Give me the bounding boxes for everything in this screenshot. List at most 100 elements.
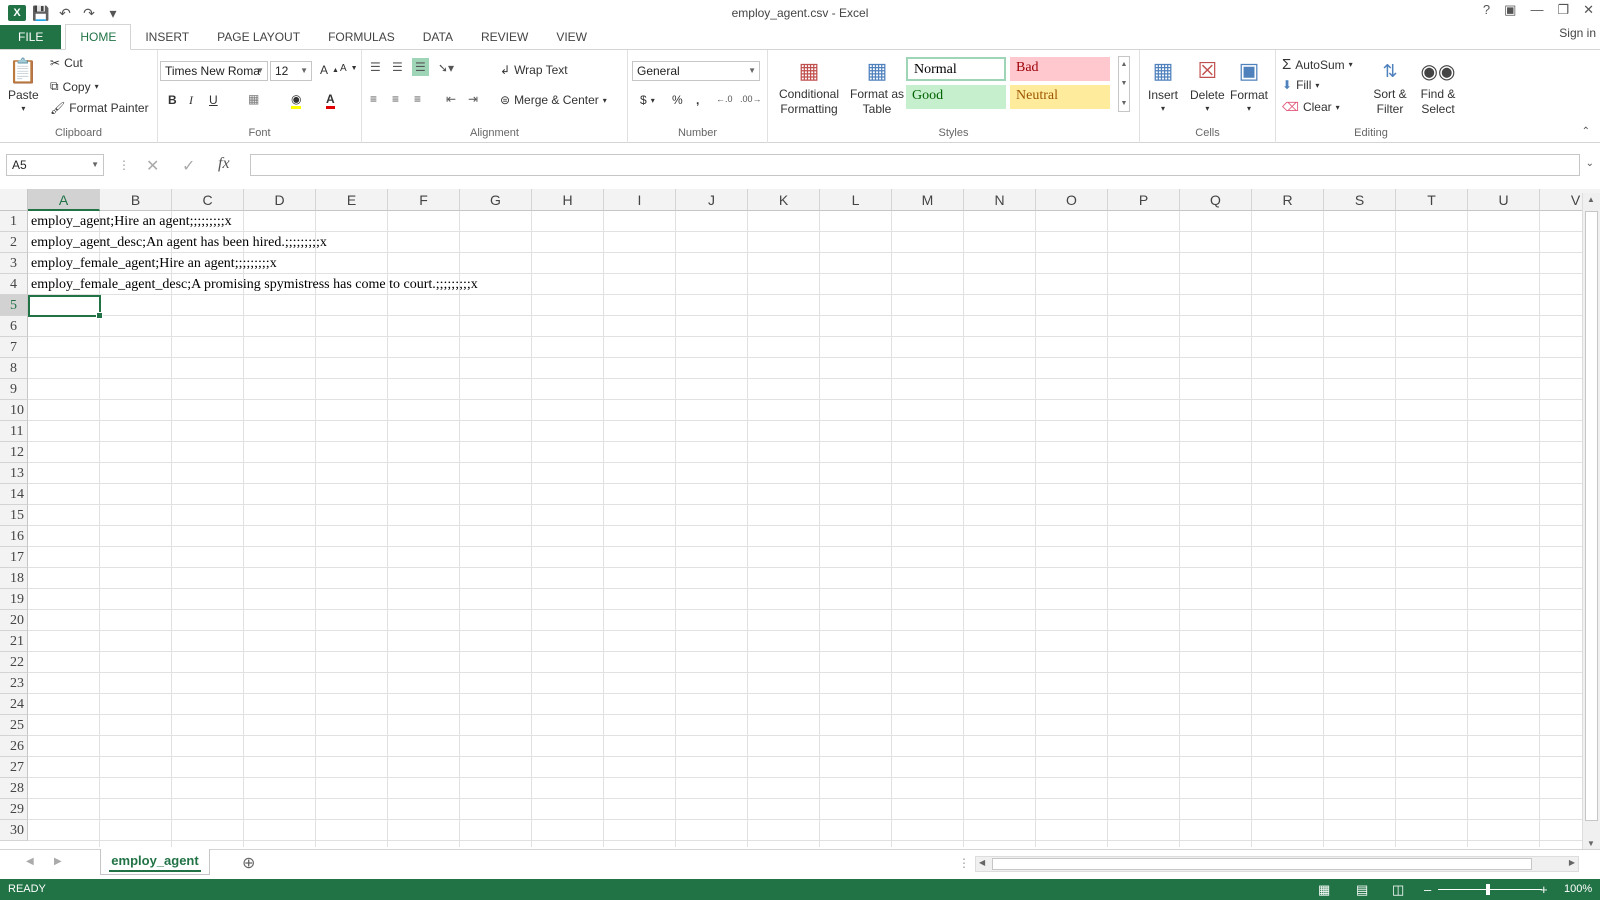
horizontal-scroll-thumb[interactable]: [992, 858, 1532, 870]
prev-sheet-icon[interactable]: ◀: [26, 856, 34, 867]
tab-page-layout[interactable]: PAGE LAYOUT: [203, 25, 314, 49]
vertical-scroll-thumb[interactable]: [1585, 211, 1598, 821]
column-header-g[interactable]: G: [460, 189, 532, 211]
cell-a1[interactable]: employ_agent;Hire an agent;;;;;;;;;x: [31, 211, 232, 232]
style-bad[interactable]: Bad: [1010, 57, 1110, 81]
grow-font-button[interactable]: A ▲: [320, 63, 339, 77]
ribbon-display-icon[interactable]: ▣: [1504, 2, 1516, 18]
font-color-icon[interactable]: A: [326, 92, 335, 109]
wrap-text-button[interactable]: ↲ Wrap Text: [500, 63, 568, 77]
font-size-select[interactable]: 12 ▼: [270, 61, 312, 81]
row-header-19[interactable]: 19: [0, 589, 28, 610]
row-header-9[interactable]: 9: [0, 379, 28, 400]
column-header-d[interactable]: D: [244, 189, 316, 211]
normal-view-icon[interactable]: ▦: [1318, 879, 1330, 900]
column-header-m[interactable]: M: [892, 189, 964, 211]
borders-icon[interactable]: ▦: [248, 92, 259, 106]
sheet-tab-employ-agent[interactable]: employ_agent: [100, 849, 210, 875]
column-header-k[interactable]: K: [748, 189, 820, 211]
split-handle-icon[interactable]: ⋮: [958, 856, 970, 870]
row-header-6[interactable]: 6: [0, 316, 28, 337]
zoom-level[interactable]: 100%: [1564, 879, 1592, 900]
row-header-4[interactable]: 4: [0, 274, 28, 295]
row-header-8[interactable]: 8: [0, 358, 28, 379]
add-sheet-icon[interactable]: ⊕: [242, 853, 255, 873]
column-header-n[interactable]: N: [964, 189, 1036, 211]
cut-button[interactable]: ✂ Cut: [50, 56, 83, 70]
scroll-down-icon[interactable]: ▼: [1587, 839, 1595, 848]
row-header-30[interactable]: 30: [0, 820, 28, 841]
row-header-7[interactable]: 7: [0, 337, 28, 358]
horizontal-scrollbar[interactable]: ◀ ▶: [975, 856, 1579, 872]
zoom-in-icon[interactable]: +: [1540, 879, 1548, 900]
orientation-icon[interactable]: ➘▾: [438, 61, 454, 75]
cell-a2[interactable]: employ_agent_desc;An agent has been hire…: [31, 232, 327, 253]
comma-button[interactable]: ,: [696, 93, 699, 107]
delete-cells-button[interactable]: ☒ Delete ▾: [1190, 56, 1225, 113]
column-header-f[interactable]: F: [388, 189, 460, 211]
expand-formula-icon[interactable]: ⌄: [1586, 158, 1594, 169]
row-header-11[interactable]: 11: [0, 421, 28, 442]
fill-button[interactable]: ⬇ Fill ▾: [1282, 78, 1319, 92]
fill-color-icon[interactable]: ◉: [291, 92, 302, 109]
shrink-font-button[interactable]: A ▼: [340, 63, 358, 74]
close-icon[interactable]: ✕: [1583, 2, 1594, 18]
align-bottom-icon[interactable]: ☰: [412, 58, 429, 76]
next-sheet-icon[interactable]: ▶: [54, 856, 62, 867]
style-normal[interactable]: Normal: [906, 57, 1006, 81]
row-header-25[interactable]: 25: [0, 715, 28, 736]
font-name-select[interactable]: Times New Roma ▼: [160, 61, 268, 81]
align-center-icon[interactable]: ≡: [392, 92, 399, 106]
column-header-c[interactable]: C: [172, 189, 244, 211]
currency-button[interactable]: $ ▾: [640, 93, 655, 107]
row-header-22[interactable]: 22: [0, 652, 28, 673]
clear-button[interactable]: ⌫ Clear ▾: [1282, 100, 1340, 114]
sort-filter-button[interactable]: ⇅ Sort & Filter: [1370, 56, 1410, 117]
cell-area[interactable]: employ_agent;Hire an agent;;;;;;;;;x emp…: [28, 211, 1582, 847]
scroll-left-icon[interactable]: ◀: [979, 858, 985, 867]
row-header-3[interactable]: 3: [0, 253, 28, 274]
row-header-28[interactable]: 28: [0, 778, 28, 799]
scroll-up-icon[interactable]: ▲: [1587, 195, 1595, 204]
sign-in-link[interactable]: Sign in: [1559, 26, 1596, 40]
row-header-10[interactable]: 10: [0, 400, 28, 421]
row-header-21[interactable]: 21: [0, 631, 28, 652]
name-box[interactable]: A5 ▼: [6, 154, 104, 176]
tab-file[interactable]: FILE: [0, 25, 62, 49]
paste-button[interactable]: 📋 Paste ▾: [8, 56, 39, 114]
align-left-icon[interactable]: ≡: [370, 92, 377, 106]
autosum-button[interactable]: Σ AutoSum ▾: [1282, 56, 1353, 73]
row-header-23[interactable]: 23: [0, 673, 28, 694]
format-cells-button[interactable]: ▣ Format ▾: [1230, 56, 1268, 113]
insert-function-icon[interactable]: fx: [218, 155, 230, 173]
percent-button[interactable]: %: [672, 93, 683, 107]
tab-view[interactable]: VIEW: [542, 25, 601, 49]
redo-icon[interactable]: ↷: [80, 5, 98, 22]
column-header-s[interactable]: S: [1324, 189, 1396, 211]
zoom-slider-thumb[interactable]: [1486, 884, 1490, 895]
column-header-l[interactable]: L: [820, 189, 892, 211]
help-icon[interactable]: ?: [1483, 2, 1490, 18]
formula-input[interactable]: [250, 154, 1580, 176]
number-format-select[interactable]: General ▼: [632, 61, 760, 81]
row-header-26[interactable]: 26: [0, 736, 28, 757]
row-header-2[interactable]: 2: [0, 232, 28, 253]
cancel-icon[interactable]: ✕: [146, 156, 159, 176]
tab-formulas[interactable]: FORMULAS: [314, 25, 409, 49]
italic-button[interactable]: I: [189, 93, 193, 108]
row-header-24[interactable]: 24: [0, 694, 28, 715]
format-painter-button[interactable]: 🖌 Format Painter: [50, 101, 149, 115]
column-header-i[interactable]: I: [604, 189, 676, 211]
page-break-view-icon[interactable]: ◫: [1392, 879, 1404, 900]
format-as-table-button[interactable]: ▦ Format as Table: [848, 56, 906, 117]
row-header-29[interactable]: 29: [0, 799, 28, 820]
align-middle-icon[interactable]: ☰: [392, 60, 403, 74]
decrease-decimal-icon[interactable]: .00→: [740, 94, 762, 104]
cell-a3[interactable]: employ_female_agent;Hire an agent;;;;;;;…: [31, 253, 277, 274]
styles-scroll-button[interactable]: ▲ ▼ ▼: [1118, 56, 1130, 112]
conditional-formatting-button[interactable]: ▦ Conditional Formatting: [774, 56, 844, 117]
page-layout-view-icon[interactable]: ▤: [1356, 879, 1368, 900]
undo-icon[interactable]: ↶: [56, 5, 74, 22]
cell-a4[interactable]: employ_female_agent_desc;A promising spy…: [31, 274, 478, 295]
column-header-o[interactable]: O: [1036, 189, 1108, 211]
